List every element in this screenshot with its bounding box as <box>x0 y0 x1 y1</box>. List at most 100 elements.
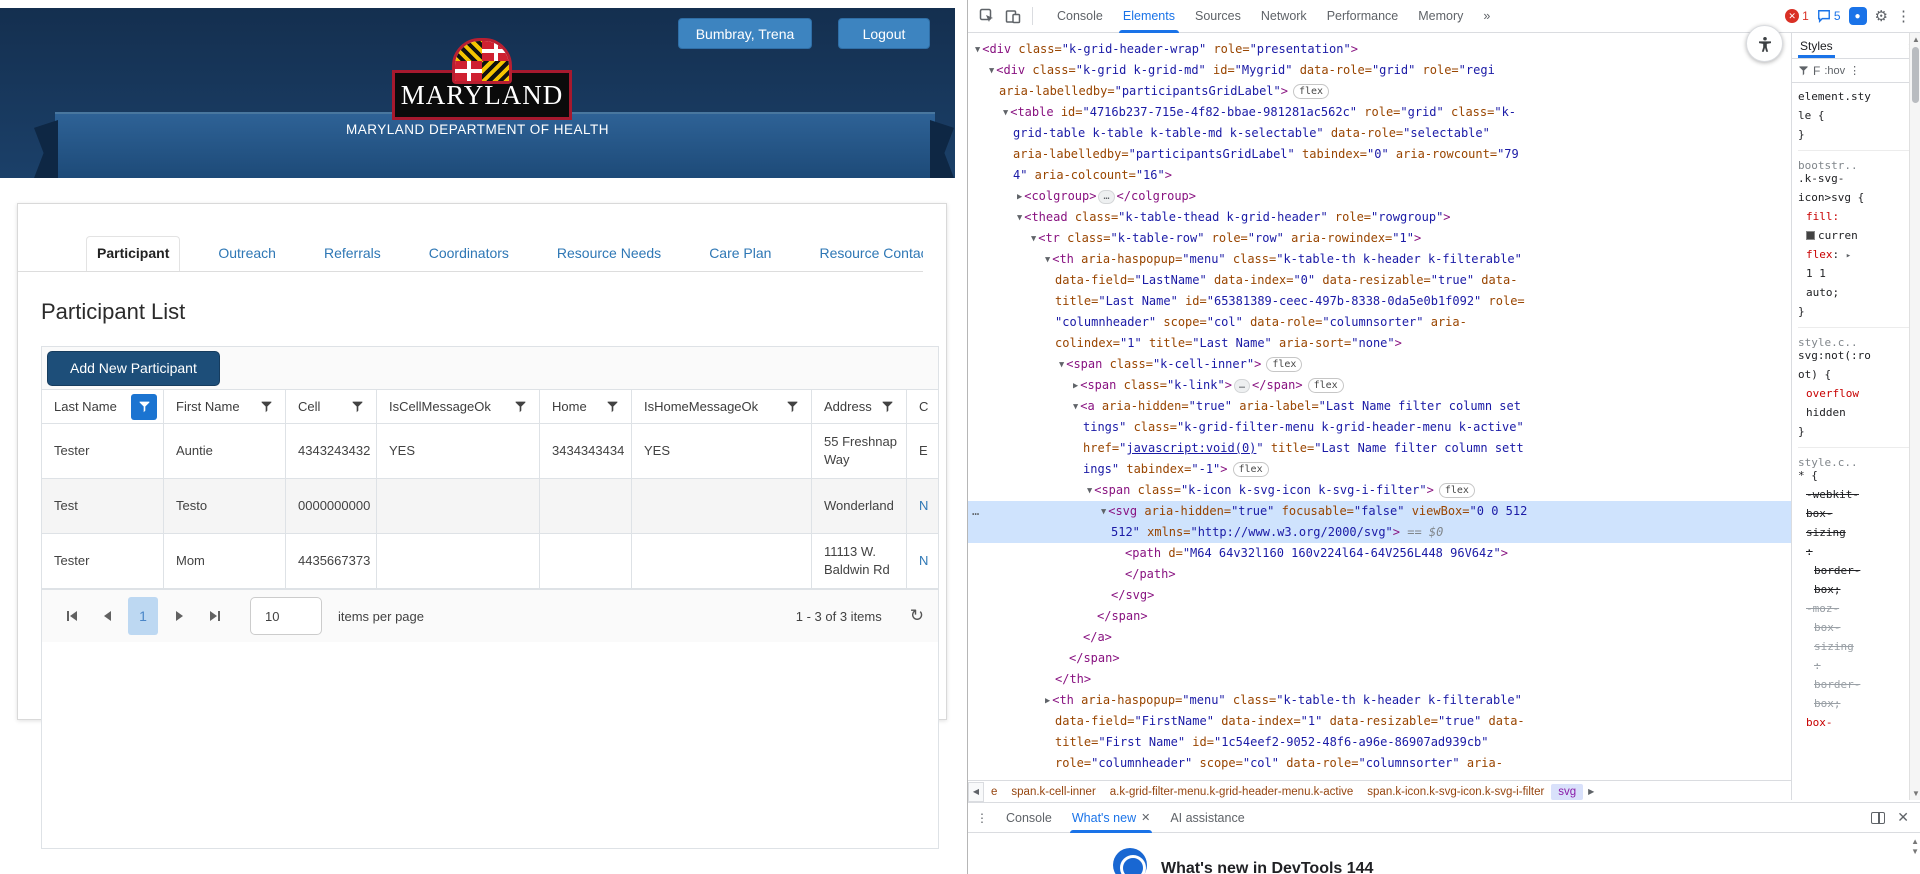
dom-tree-line[interactable]: grid-table k-table k-table-md k-selectab… <box>968 123 1791 144</box>
flex-badge[interactable]: flex <box>1293 84 1330 99</box>
dom-tree-line[interactable]: title="First Name" id="1c54eef2-9052-48f… <box>968 732 1791 753</box>
expand-arrow-icon[interactable]: ▶ <box>1073 378 1078 393</box>
dom-tree-line[interactable]: "columnheader" scope="col" data-role="co… <box>968 312 1791 333</box>
expand-arrow-icon[interactable]: ▼ <box>1059 357 1064 372</box>
filter-funnel-icon[interactable] <box>874 394 900 420</box>
flex-badge[interactable]: flex <box>1232 462 1269 477</box>
filter-funnel-icon[interactable] <box>599 394 625 420</box>
extension-icon[interactable]: ● <box>1848 7 1867 25</box>
flex-badge[interactable]: flex <box>1438 483 1475 498</box>
dom-tree-line[interactable]: ▼ <a aria-hidden="true" aria-label="Last … <box>968 396 1791 417</box>
scrollbar-thumb[interactable] <box>1912 47 1919 103</box>
breadcrumb-item[interactable]: span.k-cell-inner <box>1004 784 1102 800</box>
css-rule-line[interactable]: style.c.. <box>1798 327 1920 349</box>
dom-tree-line[interactable]: aria-labelledby="participantsGridLabel">… <box>968 81 1791 102</box>
page-size-input[interactable]: 10 <box>250 597 322 635</box>
dom-tree-line[interactable]: ▼ <div class="k-grid k-grid-md" id="Mygri… <box>968 60 1791 81</box>
refresh-icon[interactable]: ↻ <box>910 606 924 626</box>
css-rule-line[interactable]: box- <box>1798 504 1920 523</box>
css-rule-line[interactable]: flex: ▸ <box>1798 245 1920 264</box>
pager-prev-button[interactable] <box>92 599 122 633</box>
pager-next-button[interactable] <box>164 599 194 633</box>
column-header-ishomemessageok[interactable]: IsHomeMessageOk <box>632 390 812 423</box>
dom-tree-line[interactable]: ▶ <th aria-haspopup="menu" class="k-table… <box>968 690 1791 711</box>
dom-tree-line[interactable]: 512" xmlns="http://www.w3.org/2000/svg">… <box>968 522 1791 543</box>
drawer-close-icon[interactable]: ✕ <box>1897 809 1909 826</box>
dom-tree-line[interactable]: title="Last Name" id="65381389-ceec-497b… <box>968 291 1791 312</box>
css-rule-line[interactable]: .k-svg- <box>1798 169 1920 188</box>
devtools-tab-performance[interactable]: Performance <box>1317 0 1409 33</box>
css-rule-line[interactable]: box; <box>1798 580 1920 599</box>
dom-tree-line[interactable]: href="javascript:void(0)" title="Last Na… <box>968 438 1791 459</box>
css-rule-line[interactable]: curren <box>1798 226 1920 245</box>
css-rule-line[interactable]: bootstr.. <box>1798 150 1920 172</box>
breadcrumb-item[interactable]: svg <box>1551 783 1584 800</box>
devtools-tab-console[interactable]: Console <box>1047 0 1113 33</box>
styles-scrollbar[interactable]: ▲ ▼ <box>1909 33 1920 800</box>
code-token[interactable]: javascript:void(0) <box>1126 441 1256 455</box>
pager-first-button[interactable] <box>56 599 86 633</box>
split-panel-icon[interactable] <box>1871 811 1886 824</box>
add-new-participant-button[interactable]: Add New Participant <box>47 350 220 386</box>
devtools-tab-sources[interactable]: Sources <box>1185 0 1251 33</box>
column-header-first-name[interactable]: First Name <box>164 390 286 423</box>
expand-arrow-icon[interactable]: ▶ <box>1045 693 1050 708</box>
expand-arrow-icon[interactable]: ▼ <box>1101 504 1106 519</box>
css-rule-line[interactable]: * { <box>1798 466 1920 485</box>
tab-resource-needs[interactable]: Resource Needs <box>547 237 671 271</box>
inspect-element-icon[interactable] <box>974 3 1000 29</box>
dom-tree-line[interactable]: data-field="LastName" data-index="0" dat… <box>968 270 1791 291</box>
filter-funnel-icon[interactable] <box>344 394 370 420</box>
devtools-menu-icon[interactable]: ⋮ <box>1896 7 1911 25</box>
expand-arrow-icon[interactable]: ▼ <box>989 63 994 78</box>
dom-tree-line[interactable]: </th> <box>968 669 1791 690</box>
drawer-tab-ai-assistance[interactable]: AI assistance <box>1160 803 1254 833</box>
css-rule-line[interactable]: sizing <box>1798 523 1920 542</box>
ellipsis-badge[interactable]: … <box>1098 190 1115 204</box>
dom-tree-line[interactable]: ▶ <span class="k-link">… </span> flex <box>968 375 1791 396</box>
dom-tree-line[interactable]: ▼ <thead class="k-table-thead k-grid-head… <box>968 207 1791 228</box>
dom-tree-line[interactable]: ▼ <div class="k-grid-header-wrap" role="p… <box>968 39 1791 60</box>
accessibility-person-icon[interactable] <box>1746 25 1783 62</box>
expand-arrow-icon[interactable]: ▼ <box>1045 252 1050 267</box>
dom-tree-line[interactable]: ▼ <span class="k-cell-inner"> flex <box>968 354 1791 375</box>
css-rule-line[interactable]: fill: <box>1798 207 1920 226</box>
css-rule-line[interactable]: auto; <box>1798 283 1920 302</box>
dom-tree-line[interactable]: </a> <box>968 627 1791 648</box>
dom-tree-line[interactable]: ▼ <table id="4716b237-715e-4f82-bbae-9812… <box>968 102 1791 123</box>
column-header-cell[interactable]: Cell <box>286 390 377 423</box>
scroll-down-icon[interactable]: ▼ <box>1912 789 1920 798</box>
tab-referrals[interactable]: Referrals <box>314 237 391 271</box>
dom-tree-line[interactable]: <path d="M64 64v32l160 160v224l64-64V256… <box>968 543 1791 564</box>
expand-arrow-icon[interactable]: ▼ <box>1003 105 1008 120</box>
css-rule-line[interactable]: : <box>1798 656 1920 675</box>
column-header-address[interactable]: Address <box>812 390 907 423</box>
column-header-iscellmessageok[interactable]: IsCellMessageOk <box>377 390 540 423</box>
drawer-tab-what-s-new[interactable]: What's new ✕ <box>1062 803 1160 833</box>
css-rule-line[interactable]: box- <box>1798 618 1920 637</box>
breadcrumb-item[interactable]: e <box>984 784 1004 800</box>
css-rule-line[interactable]: icon>svg { <box>1798 188 1920 207</box>
dom-tree-line[interactable]: ▼ <tr class="k-table-row" role="row" aria… <box>968 228 1791 249</box>
dom-tree-line[interactable]: </span> <box>968 648 1791 669</box>
dom-tree-line[interactable]: </svg> <box>968 585 1791 606</box>
styles-filter-input[interactable]: F <box>1813 64 1820 78</box>
css-rule-line[interactable]: sizing <box>1798 637 1920 656</box>
tab-resource-contacts[interactable]: Resource Contacts <box>809 237 923 271</box>
dom-tree-line[interactable]: tings" class="k-grid-filter-menu k-grid-… <box>968 417 1791 438</box>
tab-care-plan[interactable]: Care Plan <box>699 237 781 271</box>
dom-tree-line[interactable]: aria-labelledby="participantsGridLabel" … <box>968 144 1791 165</box>
breadcrumb-item[interactable]: span.k-icon.k-svg-icon.k-svg-i-filter <box>1360 784 1551 800</box>
filter-funnel-icon[interactable] <box>779 394 805 420</box>
expand-arrow-icon[interactable]: ▼ <box>1017 210 1022 225</box>
breadcrumb-item[interactable]: a.k-grid-filter-menu.k-grid-header-menu.… <box>1103 784 1361 800</box>
css-rule-line[interactable]: border- <box>1798 561 1920 580</box>
column-header-c[interactable]: C <box>907 390 938 423</box>
flex-badge[interactable]: flex <box>1266 357 1303 372</box>
settings-gear-icon[interactable]: ⚙ <box>1875 7 1888 25</box>
css-rule-line[interactable]: le { <box>1798 106 1920 125</box>
css-rule-line[interactable]: box; <box>1798 694 1920 713</box>
filter-funnel-icon[interactable] <box>507 394 533 420</box>
expand-arrow-icon[interactable]: ▼ <box>975 42 980 57</box>
column-header-last-name[interactable]: Last Name <box>42 390 164 423</box>
